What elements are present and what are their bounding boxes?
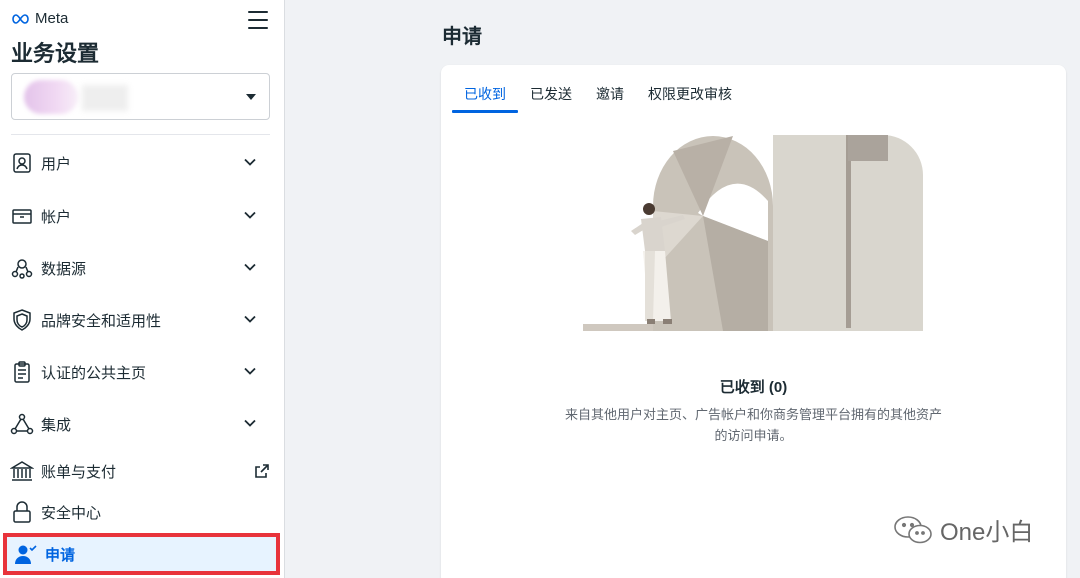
external-link-icon	[255, 464, 269, 478]
people-group-icon	[10, 256, 34, 280]
wechat-icon	[894, 515, 932, 543]
user-check-icon	[13, 542, 37, 566]
sidebar-item-integrations[interactable]: 集成	[0, 404, 285, 444]
sidebar-item-label: 用户	[41, 155, 72, 173]
empty-state-description: 来自其他用户对主页、广告帐户和你商务管理平台拥有的其他资产的访问申请。	[564, 407, 942, 443]
sidebar-item-label: 集成	[41, 416, 72, 434]
sidebar-item-label: 品牌安全和适用性	[41, 312, 162, 330]
sidebar-title: 业务设置	[11, 41, 100, 66]
tab-sent[interactable]: 已发送	[518, 75, 584, 113]
chevron-down-icon	[244, 367, 256, 375]
sidebar: Meta 业务设置 用户 帐户 数据源 品牌安全和适用性 认证的公共主页 集成 …	[0, 0, 285, 578]
sidebar-item-verified-pages[interactable]: 认证的公共主页	[0, 352, 285, 392]
sidebar-item-brand-safety[interactable]: 品牌安全和适用性	[0, 300, 285, 340]
watermark: One小白	[892, 512, 1033, 547]
account-name-blurred	[82, 85, 128, 111]
hamburger-line	[248, 19, 268, 21]
sidebar-item-label: 申请	[45, 546, 76, 564]
hamburger-icon	[248, 11, 268, 13]
user-card-icon	[10, 151, 34, 175]
requests-card: 已收到 已发送 邀请 权限更改审核 已收到 (0) 来自其他用户对主页、广告帐户…	[441, 65, 1066, 578]
tab-invitations[interactable]: 邀请	[584, 75, 636, 113]
sidebar-item-requests[interactable]: 申请	[3, 533, 280, 575]
chevron-down-icon	[244, 315, 256, 323]
tab-bar: 已收到 已发送 邀请 权限更改审核	[452, 75, 744, 113]
hamburger-line	[248, 27, 268, 29]
sidebar-item-label: 认证的公共主页	[41, 364, 147, 382]
nav-divider	[11, 134, 270, 135]
chevron-down-icon	[244, 419, 256, 427]
inbox-tray-icon	[10, 204, 34, 228]
page-title: 申请	[442, 26, 482, 48]
sidebar-item-billing[interactable]: 账单与支付	[0, 451, 285, 491]
caret-down-icon	[246, 94, 256, 100]
tab-permission-review[interactable]: 权限更改审核	[636, 75, 744, 113]
network-icon	[10, 412, 34, 436]
bank-icon	[10, 459, 34, 483]
sidebar-item-data-sources[interactable]: 数据源	[0, 248, 285, 288]
meta-logo[interactable]: Meta	[11, 10, 68, 27]
business-account-select[interactable]	[11, 73, 270, 120]
chevron-down-icon	[244, 211, 256, 219]
sidebar-item-label: 帐户	[41, 208, 72, 226]
shield-icon	[10, 308, 34, 332]
menu-toggle-button[interactable]	[248, 11, 268, 29]
empty-state-title: 已收到 (0)	[719, 379, 788, 396]
clipboard-icon	[10, 360, 34, 384]
lock-icon	[10, 500, 34, 524]
chevron-down-icon	[244, 158, 256, 166]
sidebar-item-label: 安全中心	[41, 504, 102, 522]
chevron-down-icon	[244, 263, 256, 271]
tab-received[interactable]: 已收到	[452, 75, 518, 113]
watermark-text: One小白	[940, 519, 1034, 546]
sidebar-item-security-center[interactable]: 安全中心	[0, 492, 285, 532]
sidebar-item-label: 账单与支付	[41, 463, 117, 481]
account-avatar	[24, 80, 78, 114]
sidebar-item-accounts[interactable]: 帐户	[0, 196, 285, 236]
brand-name: Meta	[35, 10, 69, 27]
sidebar-item-users[interactable]: 用户	[0, 143, 285, 183]
empty-state-illustration	[583, 135, 923, 331]
meta-infinity-icon	[12, 13, 29, 24]
sidebar-item-label: 数据源	[41, 260, 87, 278]
